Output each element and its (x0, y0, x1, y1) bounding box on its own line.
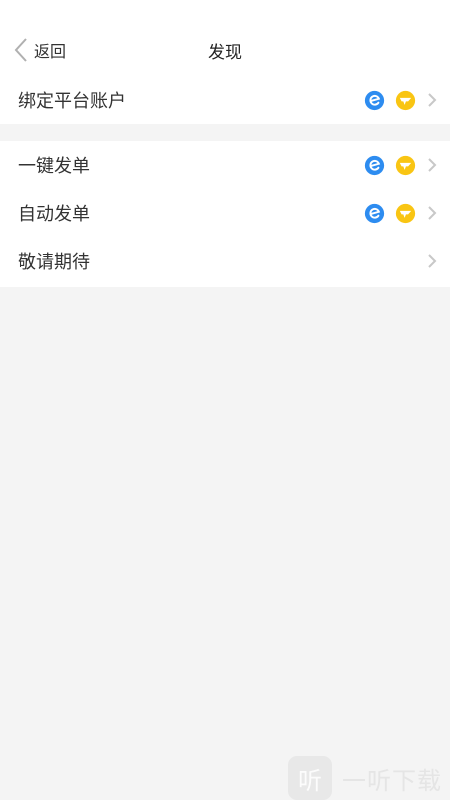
row-label: 绑定平台账户 (18, 91, 126, 112)
row-label: 一键发单 (18, 156, 90, 177)
meituan-icon (395, 90, 416, 110)
row-bind-platform-account[interactable]: 绑定平台账户 (0, 76, 450, 124)
eleme-icon (364, 203, 385, 223)
chevron-right-icon (428, 158, 437, 172)
row-label: 敬请期待 (18, 252, 90, 273)
actions-group: 一键发单 自动发单 敬请期待 (0, 141, 450, 287)
watermark-text: 一听下载 (342, 766, 442, 795)
eleme-icon (364, 155, 385, 175)
chevron-right-icon (428, 254, 437, 268)
row-one-click-dispatch[interactable]: 一键发单 (0, 141, 450, 189)
meituan-icon (395, 155, 416, 175)
row-label: 自动发单 (18, 204, 90, 225)
page-title: 发现 (208, 43, 242, 63)
platform-icons (364, 90, 416, 111)
chevron-right-icon (428, 206, 437, 220)
meituan-icon (395, 203, 416, 223)
platform-icons (364, 203, 416, 224)
chevron-right-icon (428, 93, 437, 107)
eleme-icon (364, 90, 385, 110)
watermark-logo-icon: 听 (288, 756, 332, 800)
watermark: 听 一听下载 (288, 756, 442, 800)
account-group: 绑定平台账户 (0, 76, 450, 124)
platform-icons (364, 155, 416, 176)
row-auto-dispatch[interactable]: 自动发单 (0, 189, 450, 237)
row-coming-soon[interactable]: 敬请期待 (0, 237, 450, 285)
nav-header: 返回 发现 (0, 0, 450, 76)
